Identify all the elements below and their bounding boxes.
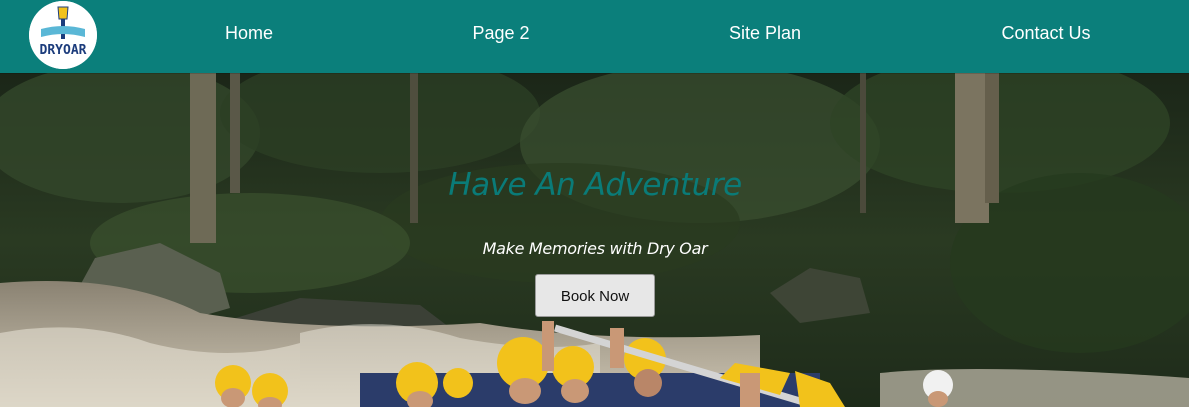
svg-text:DRYOAR: DRYOAR (40, 43, 87, 58)
nav-site-plan-link[interactable]: Site Plan (729, 22, 801, 44)
hero-section: Have An Adventure Make Memories with Dry… (0, 73, 1189, 407)
nav-page-2-link[interactable]: Page 2 (472, 22, 529, 44)
hero-title: Have An Adventure (448, 167, 742, 203)
navbar: DRYOAR Home Page 2 Site Plan Contact Us (0, 0, 1189, 73)
logo-icon: DRYOAR (29, 1, 97, 69)
dry-oar-logo[interactable]: DRYOAR (29, 1, 97, 69)
nav-home-link[interactable]: Home (225, 22, 273, 44)
book-now-button[interactable]: Book Now (535, 274, 655, 317)
hero-subtitle: Make Memories with Dry Oar (482, 239, 708, 258)
nav-contact-us-link[interactable]: Contact Us (1001, 22, 1090, 44)
